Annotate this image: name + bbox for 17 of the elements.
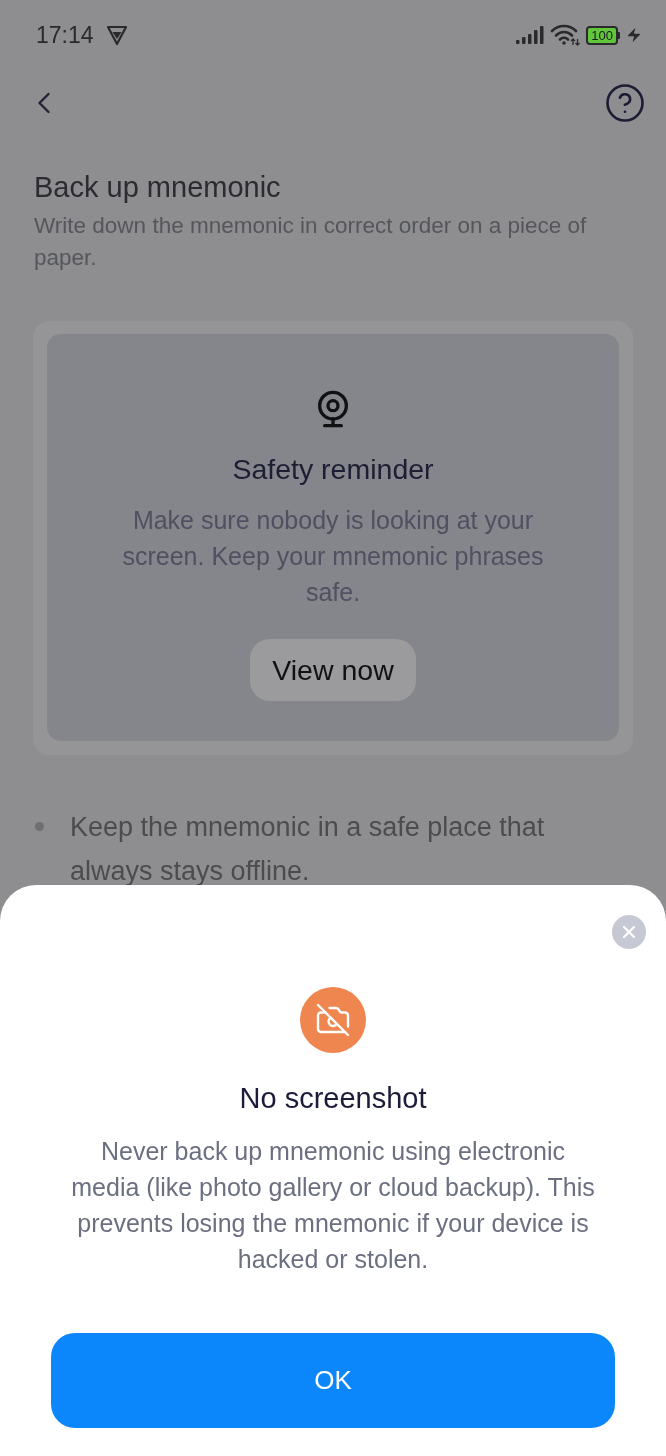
shield-icon	[105, 24, 128, 46]
status-time: 17:14	[36, 23, 94, 47]
help-icon	[604, 81, 646, 124]
page-subtitle: Write down the mnemonic in correct order on a piece of paper.	[34, 212, 588, 272]
view-now-button[interactable]: View now	[250, 639, 416, 701]
bullet-icon	[35, 822, 44, 831]
sheet-text: Never back up mnemonic using electronic media (like photo gallery or cloud backup). This prevents losing the mnemonic if your device is hacked or stolen.	[70, 1136, 596, 1275]
tip-text: Keep the mnemonic in a safe place that always stays offline.	[70, 811, 546, 888]
wifi-icon	[550, 24, 581, 46]
safety-title: Safety reminder	[232, 452, 434, 487]
sheet-title: No screenshot	[239, 1081, 427, 1116]
signal-icon	[516, 26, 545, 44]
charging-icon	[626, 27, 642, 43]
ok-button[interactable]: OK	[51, 1333, 615, 1428]
battery-indicator: 100	[586, 25, 620, 45]
help-button[interactable]	[604, 81, 646, 124]
page-title: Back up mnemonic	[34, 170, 282, 205]
